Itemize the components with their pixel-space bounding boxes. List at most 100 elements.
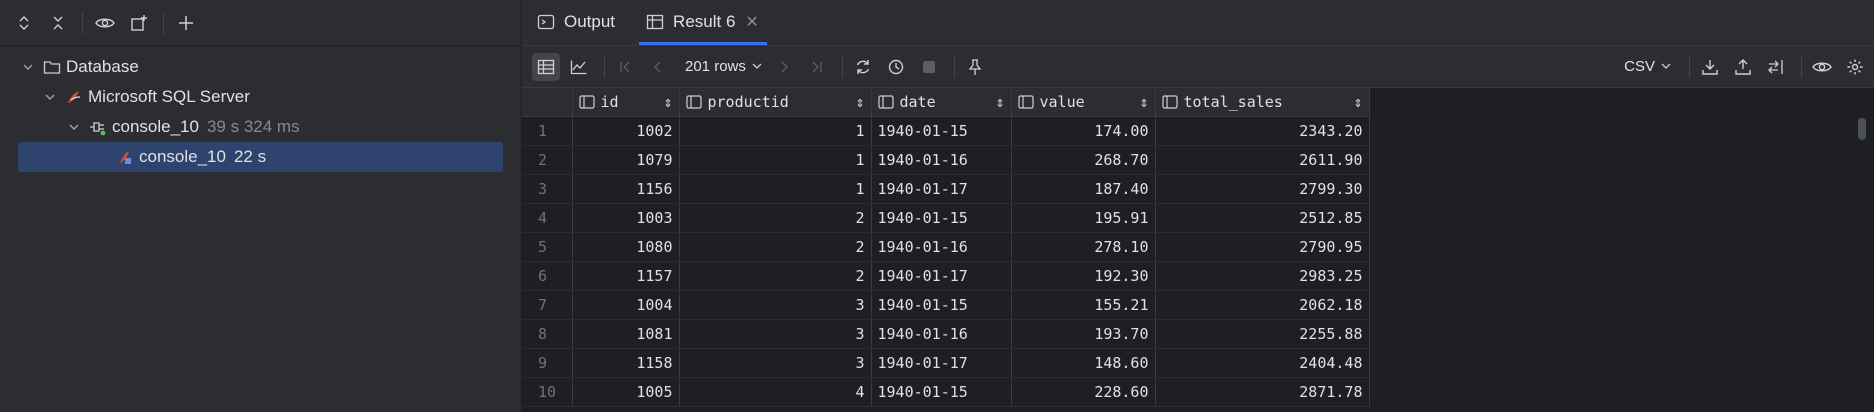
cell-productid[interactable]: 2	[679, 203, 872, 233]
table-row[interactable]: 1 1002 1 1940-01-15 174.00 2343.20	[522, 116, 1370, 146]
tree-item-database[interactable]: Database	[0, 52, 521, 82]
upload-icon[interactable]	[1729, 53, 1757, 81]
chevron-down-icon[interactable]	[20, 59, 36, 75]
tree-item-console-session[interactable]: console_10 22 s	[18, 142, 503, 172]
chevron-down-icon[interactable]	[66, 119, 82, 135]
cell-id[interactable]: 1004	[572, 290, 680, 320]
first-page-icon[interactable]	[611, 53, 639, 81]
sort-icon[interactable]: ⇕	[1139, 93, 1148, 111]
chevron-down-icon[interactable]	[42, 89, 58, 105]
add-icon[interactable]	[172, 9, 200, 37]
table-view-icon[interactable]	[532, 52, 560, 81]
export-format-dropdown[interactable]: CSV	[1624, 58, 1671, 75]
cell-date[interactable]: 1940-01-17	[871, 348, 1012, 378]
table-row[interactable]: 5 1080 2 1940-01-16 278.10 2790.95	[522, 232, 1370, 262]
cell-total-sales[interactable]: 2255.88	[1155, 319, 1370, 349]
cell-value[interactable]: 278.10	[1011, 232, 1156, 262]
cell-date[interactable]: 1940-01-16	[871, 145, 1012, 175]
sort-icon[interactable]: ⇕	[995, 93, 1004, 111]
cell-date[interactable]: 1940-01-16	[871, 232, 1012, 262]
cell-productid[interactable]: 3	[679, 290, 872, 320]
chart-view-icon[interactable]	[565, 53, 593, 81]
table-row[interactable]: 6 1157 2 1940-01-17 192.30 2983.25	[522, 261, 1370, 291]
column-header-total-sales[interactable]: total_sales ⇕	[1155, 88, 1370, 117]
previous-page-icon[interactable]	[644, 53, 672, 81]
table-row[interactable]: 7 1004 3 1940-01-15 155.21 2062.18	[522, 290, 1370, 320]
cell-value[interactable]: 155.21	[1011, 290, 1156, 320]
close-icon[interactable]: ✕	[745, 12, 758, 32]
cell-productid[interactable]: 2	[679, 261, 872, 291]
cell-id[interactable]: 1079	[572, 145, 680, 175]
next-page-icon[interactable]	[770, 53, 798, 81]
cell-total-sales[interactable]: 2871.78	[1155, 377, 1370, 407]
cell-value[interactable]: 193.70	[1011, 319, 1156, 349]
pin-icon[interactable]	[961, 53, 989, 81]
cell-total-sales[interactable]: 2343.20	[1155, 116, 1370, 146]
expand-all-icon[interactable]	[10, 9, 38, 37]
column-header-productid[interactable]: productid ⇕	[679, 88, 872, 117]
cell-value[interactable]: 187.40	[1011, 174, 1156, 204]
cell-date[interactable]: 1940-01-15	[871, 116, 1012, 146]
cell-productid[interactable]: 1	[679, 116, 872, 146]
last-page-icon[interactable]	[803, 53, 831, 81]
refresh-icon[interactable]	[849, 53, 877, 81]
rows-per-page-dropdown[interactable]: 201 rows	[677, 58, 770, 75]
cell-productid[interactable]: 1	[679, 145, 872, 175]
table-row[interactable]: 3 1156 1 1940-01-17 187.40 2799.30	[522, 174, 1370, 204]
cell-total-sales[interactable]: 2799.30	[1155, 174, 1370, 204]
table-row[interactable]: 4 1003 2 1940-01-15 195.91 2512.85	[522, 203, 1370, 233]
cell-value[interactable]: 195.91	[1011, 203, 1156, 233]
clock-icon[interactable]	[882, 53, 910, 81]
cell-date[interactable]: 1940-01-16	[871, 319, 1012, 349]
cell-id[interactable]: 1081	[572, 319, 680, 349]
stop-icon[interactable]	[915, 53, 943, 81]
table-row[interactable]: 2 1079 1 1940-01-16 268.70 2611.90	[522, 145, 1370, 175]
cell-productid[interactable]: 3	[679, 348, 872, 378]
cell-total-sales[interactable]: 2983.25	[1155, 261, 1370, 291]
gear-icon[interactable]	[1841, 53, 1869, 81]
download-icon[interactable]	[1696, 53, 1724, 81]
cell-productid[interactable]: 4	[679, 377, 872, 407]
tab-output[interactable]: Output	[522, 0, 631, 45]
column-header-date[interactable]: date ⇕	[871, 88, 1012, 117]
cell-date[interactable]: 1940-01-17	[871, 174, 1012, 204]
tree-item-sql-server[interactable]: Microsoft SQL Server	[0, 82, 521, 112]
cell-value[interactable]: 192.30	[1011, 261, 1156, 291]
cell-id[interactable]: 1156	[572, 174, 680, 204]
cell-id[interactable]: 1158	[572, 348, 680, 378]
cell-total-sales[interactable]: 2404.48	[1155, 348, 1370, 378]
new-layout-icon[interactable]	[125, 9, 153, 37]
compare-icon[interactable]	[1762, 53, 1790, 81]
cell-productid[interactable]: 2	[679, 232, 872, 262]
table-row[interactable]: 9 1158 3 1940-01-17 148.60 2404.48	[522, 348, 1370, 378]
cell-total-sales[interactable]: 2790.95	[1155, 232, 1370, 262]
collapse-all-icon[interactable]	[44, 9, 72, 37]
cell-value[interactable]: 174.00	[1011, 116, 1156, 146]
tree-item-console[interactable]: console_10 39 s 324 ms	[0, 112, 521, 142]
cell-total-sales[interactable]: 2611.90	[1155, 145, 1370, 175]
sort-icon[interactable]: ⇕	[1353, 93, 1362, 111]
cell-productid[interactable]: 1	[679, 174, 872, 204]
cell-value[interactable]: 148.60	[1011, 348, 1156, 378]
cell-total-sales[interactable]: 2512.85	[1155, 203, 1370, 233]
vertical-scrollbar[interactable]	[1858, 118, 1866, 140]
cell-productid[interactable]: 3	[679, 319, 872, 349]
cell-total-sales[interactable]: 2062.18	[1155, 290, 1370, 320]
cell-value[interactable]: 228.60	[1011, 377, 1156, 407]
column-header-id[interactable]: id ⇕	[572, 88, 680, 117]
tab-result-6[interactable]: Result 6 ✕	[631, 0, 775, 45]
cell-date[interactable]: 1940-01-15	[871, 290, 1012, 320]
cell-date[interactable]: 1940-01-17	[871, 261, 1012, 291]
cell-date[interactable]: 1940-01-15	[871, 203, 1012, 233]
sort-icon[interactable]: ⇕	[663, 93, 672, 111]
table-row[interactable]: 10 1005 4 1940-01-15 228.60 2871.78	[522, 377, 1370, 407]
cell-id[interactable]: 1003	[572, 203, 680, 233]
eye-icon[interactable]	[1808, 53, 1836, 81]
column-header-value[interactable]: value ⇕	[1011, 88, 1156, 117]
cell-id[interactable]: 1005	[572, 377, 680, 407]
eye-icon[interactable]	[91, 9, 119, 37]
cell-id[interactable]: 1157	[572, 261, 680, 291]
cell-value[interactable]: 268.70	[1011, 145, 1156, 175]
cell-date[interactable]: 1940-01-15	[871, 377, 1012, 407]
cell-id[interactable]: 1002	[572, 116, 680, 146]
